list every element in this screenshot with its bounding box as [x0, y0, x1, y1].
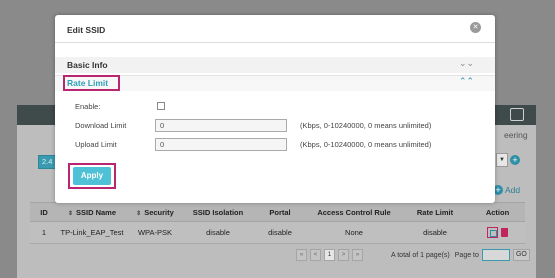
page-number-input[interactable] — [481, 249, 510, 261]
upload-limit-input[interactable]: 0 — [155, 138, 287, 151]
dialog-title: Edit SSID — [67, 25, 106, 35]
add-ssid-button[interactable]: + Add — [493, 185, 520, 195]
add-label: Add — [505, 185, 521, 195]
col-action: Action — [470, 202, 525, 222]
rate-limit-section-header[interactable]: Rate Limit ⌃⌃ — [55, 75, 495, 91]
cell-security: WPA-PSK — [126, 221, 184, 244]
pagination: « < 1 > » A total of 1 page(s) Page to G… — [296, 249, 530, 261]
cell-isolation: disable — [184, 221, 252, 244]
table-header-row: ID ⇕ SSID Name ⇕ Security SSID Isolation P… — [30, 202, 525, 222]
cell-action — [470, 221, 525, 244]
cell-id: 1 — [30, 221, 58, 244]
basic-info-label: Basic Info — [67, 60, 108, 70]
download-limit-label: Download Limit — [75, 121, 127, 130]
prev-page-button[interactable]: < — [310, 249, 321, 261]
background-tab-text: eering — [504, 130, 528, 140]
cell-acl: None — [308, 221, 400, 244]
rate-limit-highlight — [63, 75, 120, 91]
cell-ssid-name: TP-Link_EAP_Test — [58, 221, 126, 244]
current-page-button[interactable]: 1 — [324, 249, 335, 261]
table-row: 1 TP-Link_EAP_Test WPA-PSK disable disab… — [30, 221, 525, 244]
col-rate-limit: Rate Limit — [400, 202, 470, 222]
basic-info-section-header[interactable]: Basic Info ⌄⌄ — [55, 57, 495, 73]
maximize-icon[interactable] — [510, 108, 524, 121]
cell-portal: disable — [252, 221, 308, 244]
upload-limit-label: Upload Limit — [75, 140, 117, 149]
page-to-label: Page to — [454, 251, 479, 259]
download-limit-input[interactable]: 0 — [155, 119, 287, 132]
edit-icon[interactable] — [487, 227, 498, 238]
sort-icon: ⇕ — [136, 210, 142, 217]
last-page-button[interactable]: » — [352, 249, 363, 261]
download-limit-hint: (Kbps, 0-10240000, 0 means unlimited) — [300, 121, 432, 130]
col-access-control-rule: Access Control Rule — [308, 202, 400, 222]
divider — [55, 42, 495, 43]
col-ssid-isolation: SSID Isolation — [184, 202, 252, 222]
enable-checkbox[interactable] — [157, 102, 165, 110]
col-ssid-name[interactable]: ⇕ SSID Name — [58, 202, 126, 222]
delete-icon[interactable] — [501, 228, 508, 237]
col-security[interactable]: ⇕ Security — [126, 202, 184, 222]
col-id[interactable]: ID — [30, 202, 58, 222]
apply-button[interactable]: Apply — [73, 167, 111, 185]
upload-limit-hint: (Kbps, 0-10240000, 0 means unlimited) — [300, 140, 432, 149]
page-total-text: A total of 1 page(s) — [391, 251, 450, 259]
ssid-table: ID ⇕ SSID Name ⇕ Security SSID Isolation P… — [30, 202, 525, 244]
go-button[interactable]: GO — [512, 249, 530, 261]
chevron-up-icon: ⌃⌃ — [459, 76, 475, 86]
first-page-button[interactable]: « — [296, 249, 307, 261]
edit-ssid-dialog: Edit SSID ✕ Basic Info ⌄⌄ Rate Limit ⌃⌃ … — [55, 15, 495, 203]
enable-label: Enable: — [75, 102, 101, 111]
sort-icon: ⇕ — [67, 210, 73, 217]
col-portal: Portal — [252, 202, 308, 222]
close-icon[interactable]: ✕ — [470, 22, 481, 33]
wlan-group-select[interactable]: ▼ — [496, 153, 508, 167]
col-ssid-name-label: SSID Name — [76, 207, 117, 217]
chevron-down-icon: ⌄⌄ — [459, 58, 475, 68]
next-page-button[interactable]: > — [338, 249, 349, 261]
cell-rate-limit: disable — [400, 221, 470, 244]
col-security-label: Security — [144, 207, 174, 217]
add-group-icon[interactable]: + — [510, 155, 520, 165]
